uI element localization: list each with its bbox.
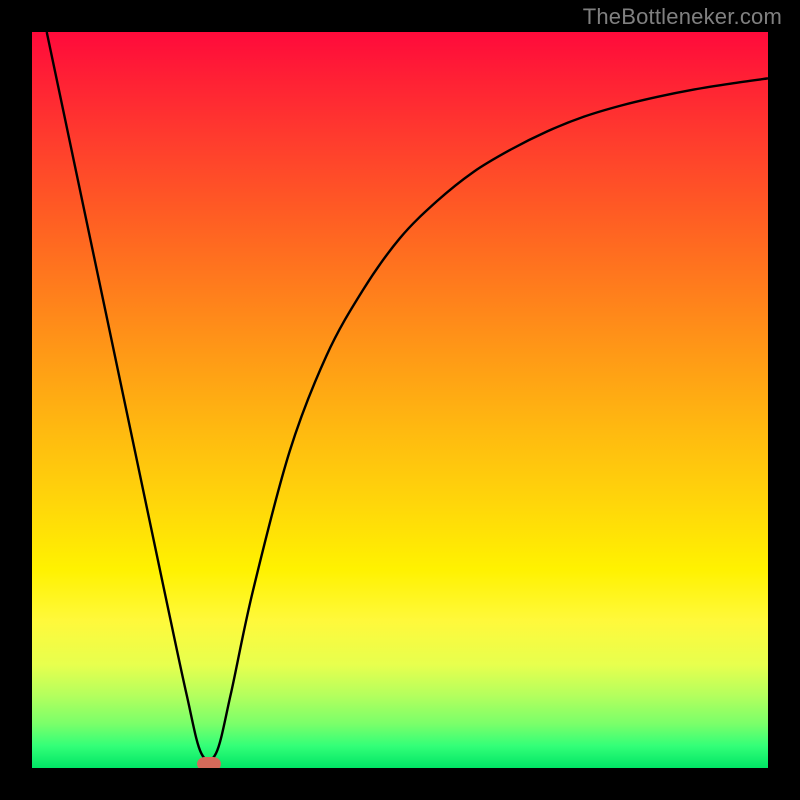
watermark-text: TheBottleneker.com <box>583 4 782 30</box>
plot-area <box>32 32 768 768</box>
chart-frame: TheBottleneker.com <box>0 0 800 800</box>
minimum-marker <box>197 757 221 768</box>
bottleneck-curve <box>32 32 768 768</box>
